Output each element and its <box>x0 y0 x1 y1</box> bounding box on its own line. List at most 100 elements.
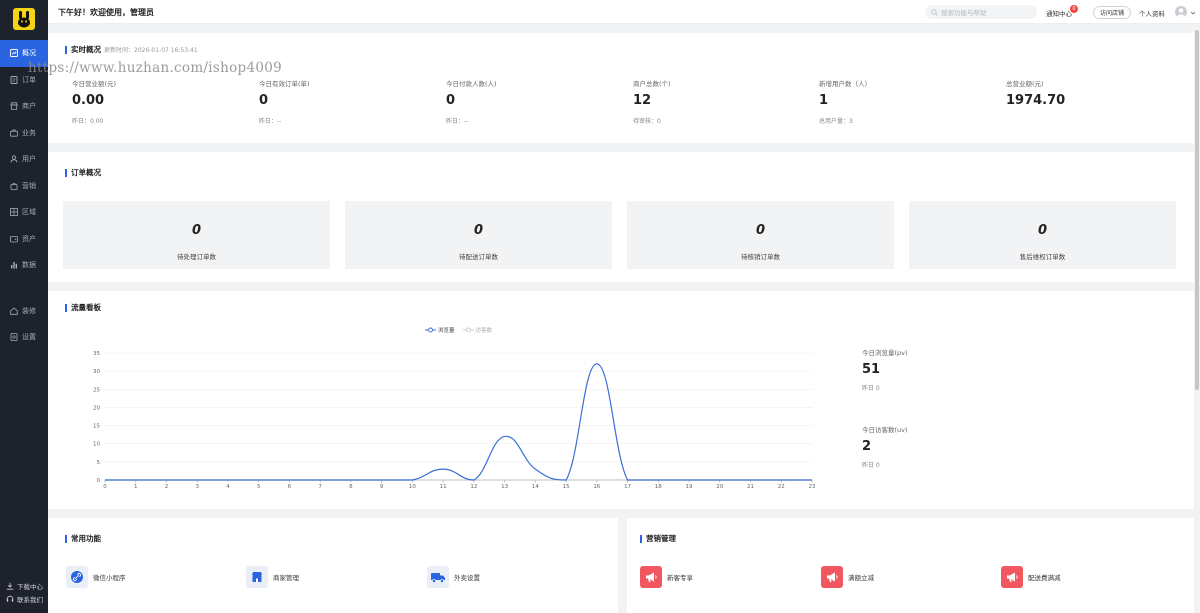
stat-value: 12 <box>633 93 652 108</box>
sidebar-item-label: 商户 <box>22 102 36 111</box>
pv-sub: 昨日 0 <box>862 385 880 392</box>
orders-title-text: 订单概况 <box>71 168 101 177</box>
order-card-after-sales[interactable]: 0 售后维权订单数 <box>909 201 1176 269</box>
legend-marker-uv <box>462 327 474 333</box>
chevron-down-icon[interactable] <box>1190 10 1196 16</box>
store-icon <box>10 102 18 110</box>
traffic-panel <box>48 291 1194 509</box>
app-logo[interactable] <box>13 8 35 30</box>
order-card-value: 0 <box>473 223 484 238</box>
sidebar-item-data[interactable]: 数据 <box>0 252 48 279</box>
order-card-label: 售后维权订单数 <box>1019 253 1066 261</box>
sidebar-item-label: 设置 <box>22 333 36 342</box>
sidebar-item-users[interactable]: 用户 <box>0 146 48 173</box>
user-icon <box>10 155 18 163</box>
legend-item-pv[interactable]: 浏览量 <box>425 326 455 334</box>
legend-label: 浏览量 <box>438 328 455 334</box>
sidebar-item-label: 资产 <box>22 234 36 243</box>
shortcut-wechat-miniprogram[interactable]: 微信小程序 <box>66 566 126 588</box>
scrollbar-thumb[interactable] <box>1195 30 1199 390</box>
home-icon <box>10 307 18 315</box>
megaphone-icon <box>646 572 657 582</box>
order-card-pending[interactable]: 0 待处理订单数 <box>63 201 330 269</box>
sidebar-item-settings[interactable]: 设置 <box>0 324 48 351</box>
orders-title: 订单概况 <box>65 167 101 178</box>
order-card-value: 0 <box>191 223 202 238</box>
marketing-label: 满额立减 <box>848 574 874 582</box>
stat-value: 0.00 <box>72 93 105 108</box>
marketing-label: 新客专享 <box>667 574 693 582</box>
sidebar-item-label: 概况 <box>22 49 36 58</box>
marketing-icon-box <box>640 566 662 588</box>
order-card-label: 待核销订单数 <box>741 253 780 261</box>
stat-today-payers: 今日付款人数(人) 0 昨日：-- <box>446 78 596 125</box>
update-time: 更新时间：2026-01-07 16:53:41 <box>104 47 198 54</box>
search-placeholder: 搜索功能与帮助 <box>941 9 987 17</box>
avatar[interactable] <box>1175 6 1187 18</box>
shortcut-delivery-settings[interactable]: 外卖设置 <box>427 566 480 588</box>
stat-label: 商户总数(个) <box>633 80 671 88</box>
chart-legend: 浏览量 访客数 <box>425 326 500 334</box>
stat-merchant-total: 商户总数(个) 12 待审核：0 <box>633 78 783 125</box>
profile-link[interactable]: 个人资料 <box>1139 8 1165 18</box>
settings-icon <box>10 333 18 342</box>
region-icon <box>10 208 18 217</box>
shortcut-merchant-management[interactable]: 商家管理 <box>246 566 299 588</box>
order-card-to-deliver[interactable]: 0 待配送订单数 <box>345 201 612 269</box>
common-title: 常用功能 <box>65 533 101 544</box>
stat-sub: 昨日：-- <box>446 118 469 125</box>
shortcut-icon-box <box>66 566 88 588</box>
order-icon <box>10 75 18 84</box>
sidebar-item-region[interactable]: 区域 <box>0 199 48 226</box>
sidebar-item-assets[interactable]: 资产 <box>0 226 48 253</box>
stat-label: 今日付款人数(人) <box>446 80 497 88</box>
order-card-label: 待处理订单数 <box>177 253 216 261</box>
sidebar-item-label: 营销 <box>22 181 36 190</box>
realtime-title-text: 实时概况 <box>71 45 101 54</box>
sidebar-item-business[interactable]: 业务 <box>0 120 48 147</box>
sidebar-item-label: 区域 <box>22 208 36 217</box>
marketing-delivery-fee-reduction[interactable]: 配送费满减 <box>1001 566 1061 588</box>
order-card-label: 待配送订单数 <box>459 253 498 261</box>
stat-value: 1974.70 <box>1006 93 1066 108</box>
logo-icon <box>18 11 30 28</box>
stat-value: 0 <box>446 93 456 108</box>
legend-label: 访客数 <box>475 328 493 334</box>
dashboard-icon <box>10 49 18 58</box>
sidebar-item-label: 业务 <box>22 128 36 137</box>
marketing-icon-box <box>821 566 843 588</box>
sidebar-item-merchants[interactable]: 商户 <box>0 93 48 120</box>
search-icon <box>931 8 938 16</box>
delivery-truck-icon <box>431 573 445 583</box>
stat-label: 总营业额(元) <box>1006 80 1044 88</box>
sidebar-item-decoration[interactable]: 装修 <box>0 298 48 325</box>
stat-today-orders: 今日有效订单(单) 0 昨日：-- <box>259 78 409 125</box>
legend-item-uv[interactable]: 访客数 <box>462 326 493 334</box>
wallet-icon <box>10 235 18 243</box>
visit-store-button[interactable]: 访问店铺 <box>1093 6 1132 19</box>
marketing-full-reduction[interactable]: 满额立减 <box>821 566 874 588</box>
contact-us-link[interactable]: 联系我们 <box>0 592 48 605</box>
sidebar-item-label: 数据 <box>22 261 36 270</box>
common-functions-panel <box>48 518 618 613</box>
order-card-to-verify[interactable]: 0 待核销订单数 <box>627 201 894 269</box>
sidebar-item-label: 用户 <box>22 155 36 164</box>
shortcut-label: 商家管理 <box>273 574 299 582</box>
shortcut-icon-box <box>246 566 268 588</box>
marketing-icon-box <box>1001 566 1023 588</box>
sidebar-item-marketing[interactable]: 营销 <box>0 173 48 200</box>
download-center-link[interactable]: 下载中心 <box>0 579 48 592</box>
download-icon <box>6 582 14 590</box>
download-center-label: 下载中心 <box>17 582 43 591</box>
shortcut-label: 微信小程序 <box>93 574 126 582</box>
marketing-new-customer[interactable]: 新客专享 <box>640 566 693 588</box>
stat-new-users: 新增用户数（人） 1 总用户量：3 <box>819 78 969 125</box>
stat-label: 今日有效订单(单) <box>259 80 310 88</box>
notification-center-link[interactable]: 通知中心 <box>1046 8 1072 18</box>
shop-icon <box>252 572 262 582</box>
pv-label: 今日浏览量(pv) <box>862 349 908 357</box>
stat-total-revenue: 总营业额(元) 1974.70 <box>1006 78 1156 116</box>
search-input[interactable]: 搜索功能与帮助 <box>925 5 1037 19</box>
scrollbar[interactable] <box>1194 24 1200 613</box>
